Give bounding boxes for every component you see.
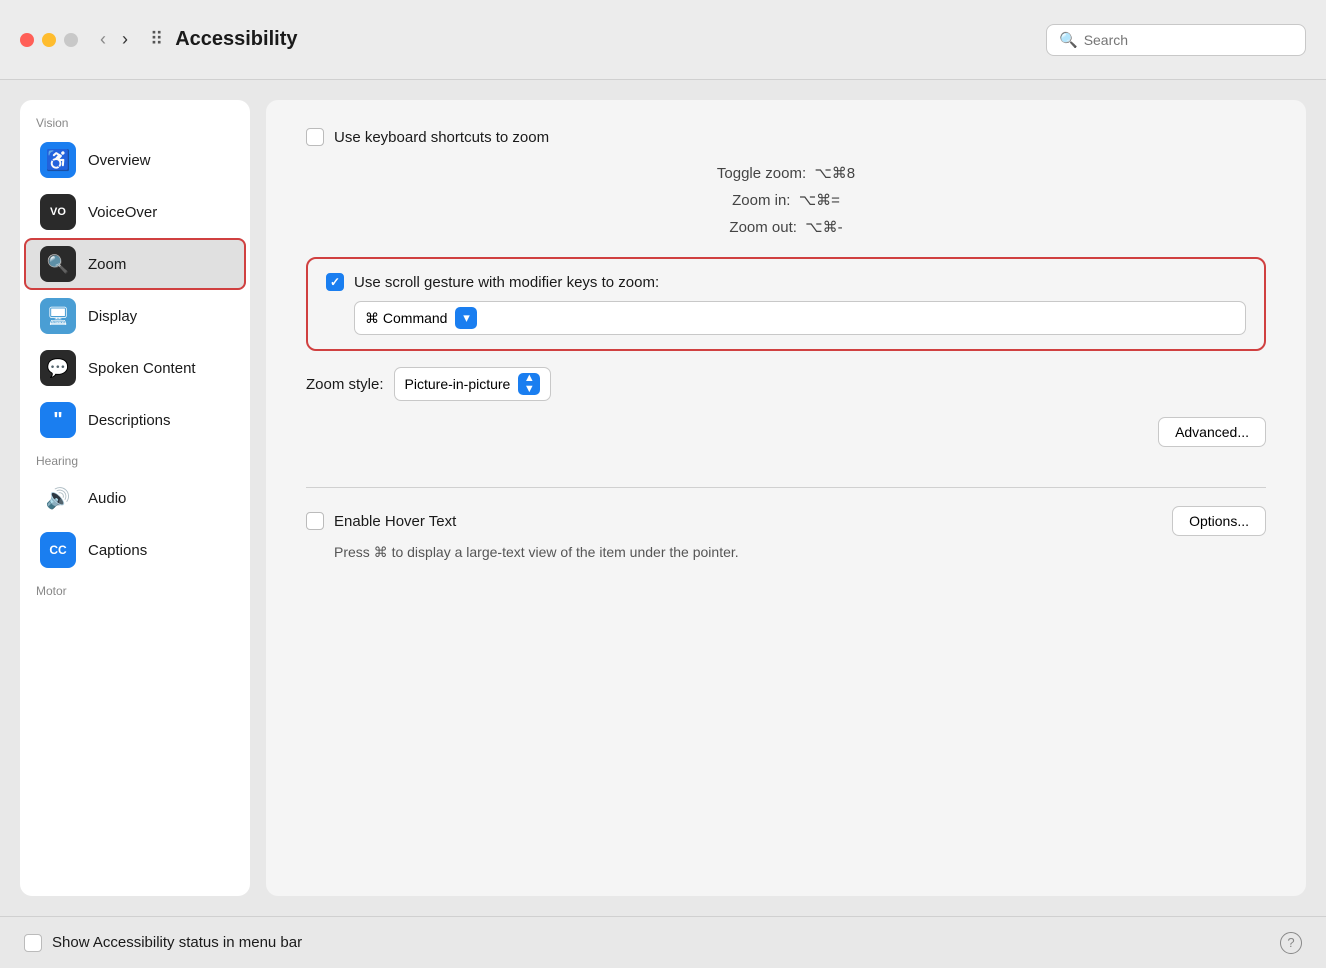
zoom-in-label: Zoom in: bbox=[732, 192, 790, 209]
hover-text-label: Enable Hover Text bbox=[334, 513, 456, 530]
sidebar-item-display[interactable]: 🖥 Display bbox=[24, 290, 246, 342]
main-content: Vision ♿ Overview VO VoiceOver 🔍 Zoom 🖥 … bbox=[0, 80, 1326, 916]
sidebar-item-label: Overview bbox=[88, 152, 151, 169]
titlebar: ‹ › ⠿ Accessibility 🔍 bbox=[0, 0, 1326, 80]
display-icon: 🖥 bbox=[40, 298, 76, 334]
sidebar-item-label: Audio bbox=[88, 490, 126, 507]
nav-arrows: ‹ › bbox=[94, 27, 134, 52]
zoom-style-arrows-icon: ▲▼ bbox=[518, 373, 540, 395]
sidebar-item-label: Descriptions bbox=[88, 412, 171, 429]
keyboard-shortcuts-row: Use keyboard shortcuts to zoom bbox=[306, 128, 1266, 146]
audio-icon: 🔊 bbox=[40, 480, 76, 516]
dropdown-arrow-icon: ▾ bbox=[455, 307, 477, 329]
sidebar-item-audio[interactable]: 🔊 Audio bbox=[24, 472, 246, 524]
hover-text-checkbox[interactable] bbox=[306, 512, 324, 530]
zoom-in-row: Zoom in: ⌥⌘= bbox=[306, 187, 1266, 214]
sidebar-item-label: Zoom bbox=[88, 256, 126, 273]
zoom-style-dropdown[interactable]: Picture-in-picture ▲▼ bbox=[394, 367, 552, 401]
keyboard-shortcuts-label: Use keyboard shortcuts to zoom bbox=[334, 129, 549, 146]
sidebar-item-label: Captions bbox=[88, 542, 147, 559]
zoom-icon: 🔍 bbox=[40, 246, 76, 282]
divider bbox=[306, 487, 1266, 488]
section-label-hearing: Hearing bbox=[20, 446, 250, 472]
sidebar-item-label: VoiceOver bbox=[88, 204, 157, 221]
window-controls bbox=[20, 33, 78, 47]
captions-icon: CC bbox=[40, 532, 76, 568]
show-status-row: Show Accessibility status in menu bar bbox=[24, 934, 302, 952]
sidebar-item-captions[interactable]: CC Captions bbox=[24, 524, 246, 576]
search-bar[interactable]: 🔍 bbox=[1046, 24, 1306, 56]
sidebar-item-descriptions[interactable]: " Descriptions bbox=[24, 394, 246, 446]
toggle-zoom-label: Toggle zoom: bbox=[717, 165, 806, 182]
minimize-button[interactable] bbox=[42, 33, 56, 47]
scroll-gesture-checkbox[interactable] bbox=[326, 273, 344, 291]
search-input[interactable] bbox=[1084, 32, 1293, 48]
zoom-out-label: Zoom out: bbox=[729, 219, 797, 236]
page-title: Accessibility bbox=[175, 28, 1046, 51]
close-button[interactable] bbox=[20, 33, 34, 47]
hover-text-description: Press ⌘ to display a large-text view of … bbox=[334, 544, 1266, 561]
maximize-button[interactable] bbox=[64, 33, 78, 47]
show-status-checkbox[interactable] bbox=[24, 934, 42, 952]
search-icon: 🔍 bbox=[1059, 31, 1078, 49]
keyboard-shortcuts-checkbox[interactable] bbox=[306, 128, 324, 146]
command-dropdown-label: ⌘ Command bbox=[365, 310, 447, 327]
scroll-gesture-box: Use scroll gesture with modifier keys to… bbox=[306, 257, 1266, 351]
sidebar-item-spoken-content[interactable]: 💬 Spoken Content bbox=[24, 342, 246, 394]
advanced-button[interactable]: Advanced... bbox=[1158, 417, 1266, 447]
zoom-style-value: Picture-in-picture bbox=[405, 376, 511, 392]
sidebar-item-voiceover[interactable]: VO VoiceOver bbox=[24, 186, 246, 238]
zoom-in-value: ⌥⌘= bbox=[799, 192, 840, 209]
right-panel: Use keyboard shortcuts to zoom Toggle zo… bbox=[266, 100, 1306, 896]
shortcuts-block: Toggle zoom: ⌥⌘8 Zoom in: ⌥⌘= Zoom out: … bbox=[306, 160, 1266, 241]
toggle-zoom-value: ⌥⌘8 bbox=[814, 165, 855, 182]
sidebar-item-overview[interactable]: ♿ Overview bbox=[24, 134, 246, 186]
descriptions-icon: " bbox=[40, 402, 76, 438]
zoom-style-label: Zoom style: bbox=[306, 376, 384, 393]
options-button[interactable]: Options... bbox=[1172, 506, 1266, 536]
back-button[interactable]: ‹ bbox=[94, 27, 112, 52]
command-dropdown[interactable]: ⌘ Command ▾ bbox=[354, 301, 1246, 335]
bottom-bar: Show Accessibility status in menu bar ? bbox=[0, 916, 1326, 968]
show-status-label: Show Accessibility status in menu bar bbox=[52, 934, 302, 951]
forward-button[interactable]: › bbox=[116, 27, 134, 52]
hover-text-row: Enable Hover Text Options... bbox=[306, 506, 1266, 536]
sidebar: Vision ♿ Overview VO VoiceOver 🔍 Zoom 🖥 … bbox=[20, 100, 250, 896]
sidebar-item-label: Spoken Content bbox=[88, 360, 196, 377]
scroll-gesture-row: Use scroll gesture with modifier keys to… bbox=[326, 273, 1246, 291]
overview-icon: ♿ bbox=[40, 142, 76, 178]
section-label-vision: Vision bbox=[20, 108, 250, 134]
grid-icon[interactable]: ⠿ bbox=[150, 29, 163, 50]
sidebar-item-zoom[interactable]: 🔍 Zoom bbox=[24, 238, 246, 290]
scroll-gesture-label: Use scroll gesture with modifier keys to… bbox=[354, 274, 659, 291]
zoom-out-value: ⌥⌘- bbox=[805, 219, 842, 236]
zoom-out-row: Zoom out: ⌥⌘- bbox=[306, 214, 1266, 241]
sidebar-item-label: Display bbox=[88, 308, 137, 325]
spoken-content-icon: 💬 bbox=[40, 350, 76, 386]
zoom-style-row: Zoom style: Picture-in-picture ▲▼ bbox=[306, 367, 1266, 401]
toggle-zoom-row: Toggle zoom: ⌥⌘8 bbox=[306, 160, 1266, 187]
section-label-motor: Motor bbox=[20, 576, 250, 602]
voiceover-icon: VO bbox=[40, 194, 76, 230]
help-button[interactable]: ? bbox=[1280, 932, 1302, 954]
